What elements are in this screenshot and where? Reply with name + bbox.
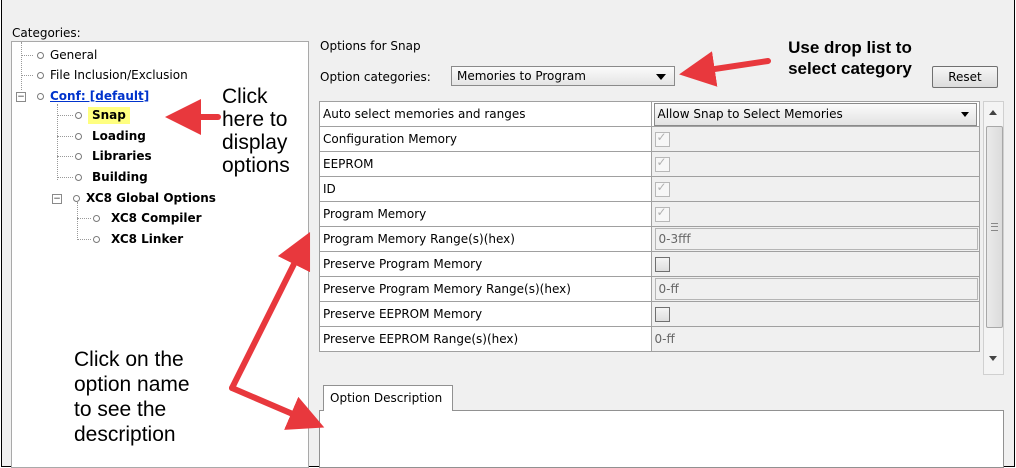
annotation-arrows xyxy=(165,51,771,430)
arrow-to-option-name xyxy=(229,231,311,391)
arrow-to-description xyxy=(229,385,325,430)
arrow-to-dropdown xyxy=(679,51,771,87)
